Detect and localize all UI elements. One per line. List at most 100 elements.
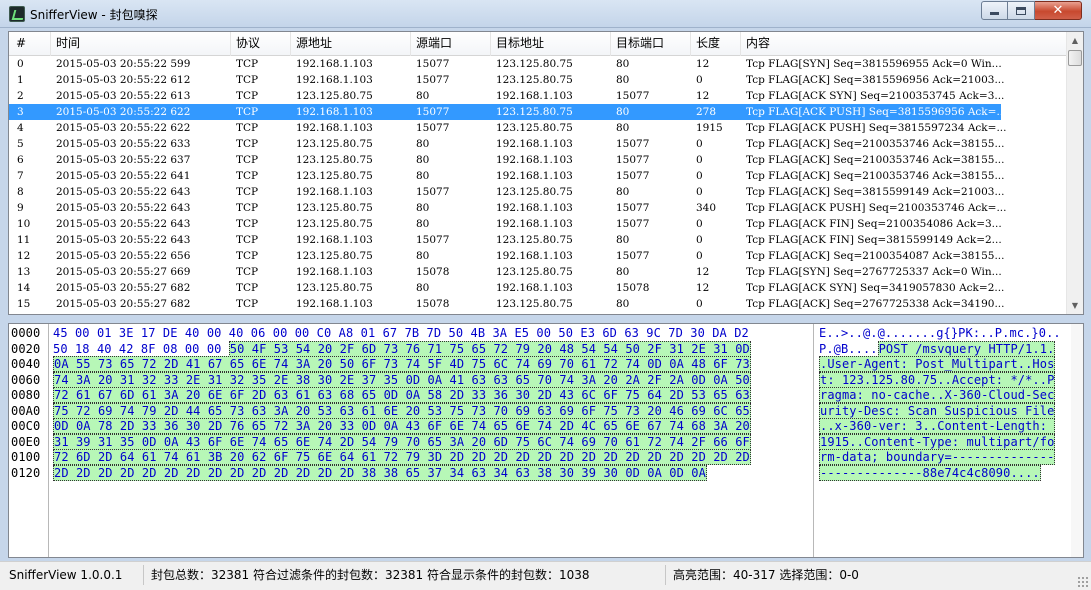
col-index: 14: [17, 282, 31, 294]
col-index: 15: [17, 298, 31, 310]
col-dst-port: 80: [616, 266, 630, 278]
title-bar[interactable]: SnifferView - 封包嗅探 ✕: [0, 0, 1091, 28]
column-header-dst-port[interactable]: 目标端口: [611, 32, 691, 56]
col-length: 1915: [696, 122, 723, 134]
table-row[interactable]: 6 2015-05-03 20:55:22 637 TCP 123.125.80.75…: [9, 152, 1069, 168]
hex-highlighted-bytes[interactable]: 72 6D 2D 64 61 74 61 3B 20 62 6F 75 6E 6…: [53, 449, 751, 465]
hex-highlighted-bytes[interactable]: 2D 2D 2D 2D 2D 2D 2D 2D 2D 2D 2D 2D 2D 2…: [53, 464, 707, 481]
table-row[interactable]: 15 2015-05-03 20:55:27 682 TCP 192.168.1.10…: [9, 296, 1069, 312]
packet-list[interactable]: # 时间 协议 源地址 源端口 目标地址 目标端口 长度 内容 0 2015-05-03 20:5…: [8, 31, 1084, 315]
col-dst-addr: 192.168.1.103: [496, 154, 573, 166]
ascii-highlighted-bytes[interactable]: rm-data; boundary=--------------: [819, 449, 1056, 465]
status-version: SnifferView 1.0.0.1: [6, 565, 144, 585]
minimize-button[interactable]: [981, 1, 1008, 20]
column-header-src-port[interactable]: 源端口: [411, 32, 491, 56]
table-row[interactable]: 4 2015-05-03 20:55:22 622 TCP 192.168.1.103…: [9, 120, 1069, 136]
hex-highlighted-bytes[interactable]: 0A 55 73 65 72 2D 41 67 65 6E 74 3A 20 5…: [53, 356, 751, 372]
col-dst-addr: 123.125.80.75: [496, 266, 573, 278]
col-src-addr: 123.125.80.75: [296, 170, 373, 182]
table-row[interactable]: 14 2015-05-03 20:55:27 682 TCP 123.125.80.7…: [9, 280, 1069, 296]
packet-list-scrollbar[interactable]: ▲ ▼: [1066, 32, 1083, 314]
hex-bytes: 50 18 40 42 8F 08 00 00: [53, 341, 229, 356]
col-protocol: TCP: [236, 58, 259, 70]
ascii-highlighted-bytes[interactable]: .User-Agent: Post_Multipart..Hos: [819, 356, 1056, 372]
hex-offset: 0020: [11, 341, 41, 356]
col-content: Tcp FLAG[ACK SYN] Seq=2100353745 Ack=3..…: [746, 90, 1005, 102]
col-src-addr: 123.125.80.75: [296, 218, 373, 230]
resize-grip-icon[interactable]: [1077, 576, 1089, 588]
table-row[interactable]: 5 2015-05-03 20:55:22 633 TCP 123.125.80.75…: [9, 136, 1069, 152]
ascii-highlighted-bytes[interactable]: t: 123.125.80.75..Accept: */*..P: [819, 371, 1056, 388]
table-row[interactable]: 7 2015-05-03 20:55:22 641 TCP 123.125.80.75…: [9, 168, 1069, 184]
hex-highlighted-bytes[interactable]: 75 72 69 74 79 2D 44 65 73 63 3A 20 53 6…: [53, 402, 751, 419]
table-row[interactable]: 0 2015-05-03 20:55:22 599 TCP 192.168.1.103…: [9, 56, 1069, 72]
col-dst-addr: 123.125.80.75: [496, 122, 573, 134]
table-row[interactable]: 1 2015-05-03 20:55:22 612 TCP 192.168.1.103…: [9, 72, 1069, 88]
col-content: Tcp FLAG[ACK PUSH] Seq=3815596956 Ack=..…: [746, 106, 1006, 118]
table-row[interactable]: 10 2015-05-03 20:55:22 643 TCP 123.125.80.7…: [9, 216, 1069, 232]
col-length: 0: [696, 74, 703, 86]
col-protocol: TCP: [236, 282, 259, 294]
column-header-time[interactable]: 时间: [51, 32, 231, 56]
hex-highlighted-bytes[interactable]: 31 39 31 35 0D 0A 43 6F 6E 74 65 6E 74 2…: [53, 433, 751, 450]
maximize-button[interactable]: [1008, 1, 1035, 20]
hex-line: 2D 2D 2D 2D 2D 2D 2D 2D 2D 2D 2D 2D 2D 2…: [53, 464, 707, 481]
col-protocol: TCP: [236, 122, 259, 134]
hex-highlighted-bytes[interactable]: 72 61 67 6D 61 3A 20 6E 6F 2D 63 61 63 6…: [53, 387, 751, 403]
scroll-up-icon[interactable]: ▲: [1067, 32, 1083, 49]
hex-highlighted-bytes[interactable]: 74 3A 20 31 32 33 2E 31 32 35 2E 38 30 2…: [53, 371, 751, 388]
column-header-index[interactable]: #: [11, 32, 51, 56]
hex-highlighted-bytes[interactable]: 0D 0A 78 2D 33 36 30 2D 76 65 72 3A 20 3…: [53, 418, 751, 434]
col-src-addr: 192.168.1.103: [296, 186, 373, 198]
ascii-column[interactable]: E..>..@.@.......g{}PK:..P.mc.}0.. P.@B...…: [815, 324, 1072, 557]
scroll-down-icon[interactable]: ▼: [1067, 297, 1083, 314]
table-row[interactable]: 2 2015-05-03 20:55:22 613 TCP 123.125.80.75…: [9, 88, 1069, 104]
ascii-highlighted-bytes[interactable]: 1915..Content-Type: multipart/fo: [819, 433, 1056, 450]
ascii-highlighted-bytes[interactable]: POST /msvquery HTTP/1.1.: [877, 340, 1056, 357]
col-src-port: 80: [416, 170, 430, 182]
table-row[interactable]: 13 2015-05-03 20:55:27 669 TCP 192.168.1.10…: [9, 264, 1069, 280]
ascii-highlighted-bytes[interactable]: ragma: no-cache..X-360-Cloud-Sec: [819, 387, 1056, 403]
col-src-port: 15077: [416, 186, 450, 198]
table-row[interactable]: 12 2015-05-03 20:55:22 656 TCP 123.125.80.7…: [9, 248, 1069, 264]
col-dst-port: 15077: [616, 138, 650, 150]
col-index: 3: [17, 106, 24, 118]
hex-column[interactable]: 45 00 01 3E 17 DE 40 00 40 06 00 00 C0 A…: [49, 324, 814, 557]
col-protocol: TCP: [236, 218, 259, 230]
column-header-length[interactable]: 长度: [691, 32, 741, 56]
col-index: 9: [17, 202, 24, 214]
packet-rows: 0 2015-05-03 20:55:22 599 TCP 192.168.1.103…: [9, 56, 1069, 312]
column-header-content[interactable]: 内容: [741, 32, 1069, 56]
hex-view[interactable]: 0000 0020 0040 0060 0080 00A0 00C0 00E0 0100 0120…: [8, 323, 1084, 558]
ascii-highlighted-bytes[interactable]: --------------88e74c4c8090....: [819, 464, 1041, 481]
hex-offset: 0000: [11, 326, 41, 340]
table-row[interactable]: 8 2015-05-03 20:55:22 643 TCP 192.168.1.103…: [9, 184, 1069, 200]
hex-highlighted-bytes[interactable]: 50 4F 53 54 20 2F 6D 73 76 71 75 65 72 7…: [228, 340, 751, 357]
col-protocol: TCP: [236, 106, 259, 118]
table-row[interactable]: 9 2015-05-03 20:55:22 643 TCP 123.125.80.75…: [9, 200, 1069, 216]
ascii-highlighted-bytes[interactable]: ..x-360-ver: 3..Content-Length:: [819, 418, 1056, 434]
col-length: 0: [696, 298, 703, 310]
col-protocol: TCP: [236, 170, 259, 182]
hex-line: 45 00 01 3E 17 DE 40 00 40 06 00 00 C0 A…: [53, 326, 749, 341]
col-content: Tcp FLAG[SYN] Seq=3815596955 Ack=0 Win..…: [746, 58, 1002, 70]
column-header-dst-addr[interactable]: 目标地址: [491, 32, 611, 56]
scrollbar-thumb[interactable]: [1068, 50, 1082, 66]
maximize-icon: [1016, 6, 1026, 15]
col-length: 0: [696, 186, 703, 198]
col-time: 2015-05-03 20:55:27 682: [56, 298, 191, 310]
col-time: 2015-05-03 20:55:22 612: [56, 74, 191, 86]
col-index: 10: [17, 218, 31, 230]
table-row[interactable]: 3 2015-05-03 20:55:22 622 TCP 192.168.1.103…: [9, 104, 1006, 120]
hex-line: 0A 55 73 65 72 2D 41 67 65 6E 74 3A 20 5…: [53, 356, 751, 372]
column-header-src-addr[interactable]: 源地址: [291, 32, 411, 56]
column-header-protocol[interactable]: 协议: [231, 32, 291, 56]
ascii-highlighted-bytes[interactable]: urity-Desc: Scan Suspicious File: [819, 402, 1056, 419]
hex-view-scrollbar[interactable]: [1071, 324, 1083, 557]
col-dst-port: 80: [616, 122, 630, 134]
col-content: Tcp FLAG[ACK] Seq=2100353746 Ack=38155..…: [746, 138, 1005, 150]
table-row[interactable]: 11 2015-05-03 20:55:22 643 TCP 192.168.1.10…: [9, 232, 1069, 248]
col-src-port: 15078: [416, 298, 450, 310]
close-button[interactable]: ✕: [1035, 1, 1082, 20]
col-src-addr: 192.168.1.103: [296, 234, 373, 246]
